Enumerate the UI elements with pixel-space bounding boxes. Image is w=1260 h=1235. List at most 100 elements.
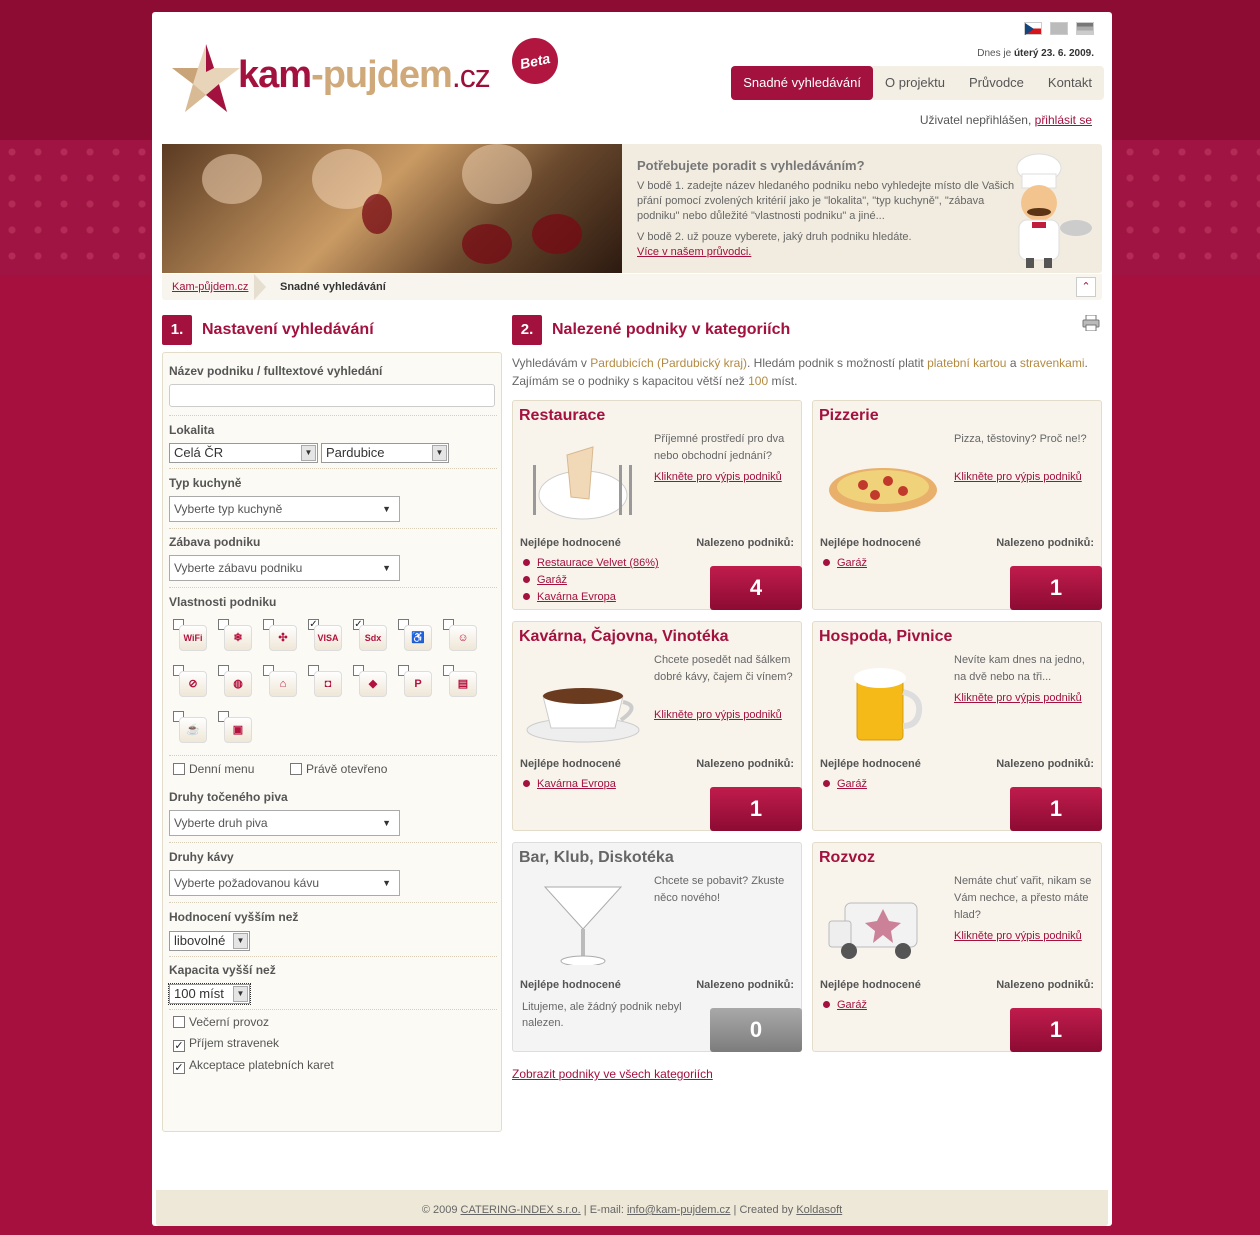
category-list-link[interactable]: Klikněte pro výpis podniků	[954, 471, 1082, 483]
best-rated-item[interactable]: Restaurace Velvet (86%)	[523, 555, 659, 572]
found-count-badge[interactable]: 1	[1010, 787, 1102, 831]
property-visa-card-toggle[interactable]: ✓ VISA	[308, 619, 342, 651]
rating-select[interactable]: libovolné ▼	[169, 931, 250, 951]
city-select[interactable]: Pardubice ▼	[321, 443, 449, 463]
best-rated-item[interactable]: Kavárna Evropa	[523, 589, 659, 606]
name-search-input[interactable]	[169, 384, 495, 407]
property-wifi-toggle[interactable]: WiFi	[173, 619, 207, 651]
property-parking-toggle[interactable]: P	[398, 665, 432, 697]
property-takeaway-toggle[interactable]: ◘	[308, 665, 342, 697]
header: kam-pujdem.cz Beta Dnes je úterý 23. 6. …	[152, 12, 1112, 142]
property-meeting-room-toggle[interactable]: ▤	[443, 665, 477, 697]
found-count-badge[interactable]: 4	[710, 566, 802, 610]
found-count-badge[interactable]: 1	[1010, 566, 1102, 610]
capacity-label: Kapacita vyšší než	[169, 963, 276, 977]
category-description: Chcete se pobavit? Zkuste něco nového!	[654, 875, 785, 904]
category-card: Rozvoz Nemáte chuť vařit, nikam se Vám ne…	[812, 842, 1102, 1052]
category-list-link[interactable]: Klikněte pro výpis podniků	[654, 471, 782, 483]
cz-flag-icon[interactable]	[1024, 22, 1042, 35]
fun-label: Zábava podniku	[169, 535, 261, 549]
all-categories-link[interactable]: Zobrazit podniky ve všech kategoriích	[512, 1067, 713, 1081]
evening-checkbox[interactable]: Večerní provoz	[173, 1015, 269, 1029]
breadcrumb-home[interactable]: Kam-půjdem.cz	[172, 281, 248, 293]
found-count-label: Nalezeno podniků:	[696, 979, 794, 991]
property-fan-toggle[interactable]: ✣	[263, 619, 297, 651]
property-no-smoking-toggle[interactable]: ⊘	[173, 665, 207, 697]
property-coffee-toggle[interactable]: ☕	[173, 711, 207, 743]
nav-item-guide[interactable]: Průvodce	[957, 66, 1036, 100]
pizza-icon	[829, 468, 937, 512]
nav-item-about[interactable]: O projektu	[873, 66, 957, 100]
nav-item-contact[interactable]: Kontakt	[1036, 66, 1104, 100]
best-rated-item[interactable]: Garáž	[823, 555, 867, 572]
name-search-label: Název podniku / fulltextové vyhledání	[169, 364, 383, 378]
property-wheelchair-toggle[interactable]: ♿	[398, 619, 432, 651]
best-rated-label: Nejlépe hodnocené	[820, 537, 921, 549]
best-rated-item[interactable]: Garáž	[523, 572, 659, 589]
chef-icon	[1016, 153, 1092, 268]
search-summary: Vyhledávám v Pardubicích (Pardubický kra…	[512, 356, 1088, 388]
creator-link[interactable]: Koldasoft	[796, 1204, 842, 1216]
best-rated-list: Garáž	[823, 555, 867, 572]
best-rated-item[interactable]: Garáž	[823, 776, 867, 793]
fun-dropdown[interactable]: Vyberte zábavu podniku ▼	[169, 555, 400, 581]
found-count-badge[interactable]: 1	[710, 787, 802, 831]
email-link[interactable]: info@kam-pujdem.cz	[627, 1204, 730, 1216]
category-list-link[interactable]: Klikněte pro výpis podniků	[654, 709, 782, 721]
category-title[interactable]: Hospoda, Pivnice	[819, 628, 952, 646]
found-count-badge[interactable]: 1	[1010, 1008, 1102, 1052]
section-title: Nalezené podniky v kategoriích	[552, 321, 791, 338]
en-flag-icon[interactable]	[1050, 22, 1068, 35]
delivery-icon: ◆	[359, 671, 387, 697]
printer-icon[interactable]	[1082, 315, 1100, 331]
category-title[interactable]: Restaurace	[519, 407, 605, 425]
property-smoking-area-toggle[interactable]: ◍	[218, 665, 252, 697]
guide-link[interactable]: Více v našem průvodci.	[637, 246, 751, 258]
page-container: kam-pujdem.cz Beta Dnes je úterý 23. 6. …	[152, 12, 1112, 1226]
banner-paragraph-1: V bodě 1. zadejte název hledaného podnik…	[637, 180, 1015, 222]
coffee-dropdown[interactable]: Vyberte požadovanou kávu ▼	[169, 870, 400, 896]
best-rated-label: Nejlépe hodnocené	[520, 758, 621, 770]
region-select[interactable]: Celá ČR ▼	[169, 443, 318, 463]
breadcrumb-current: Snadné vyhledávání	[280, 281, 386, 293]
category-description: Chcete posedět nad šálkem dobré kávy, ča…	[654, 654, 793, 683]
property-baby-toggle[interactable]: ☺	[443, 619, 477, 651]
category-list-link[interactable]: Klikněte pro výpis podniků	[954, 692, 1082, 704]
location-label: Lokalita	[169, 423, 215, 437]
meeting-room-icon: ▤	[449, 671, 477, 697]
nav-item-easy-search[interactable]: Snadné vyhledávání	[731, 66, 873, 100]
de-flag-icon[interactable]	[1076, 22, 1094, 35]
property-air-conditioning-toggle[interactable]: ❄	[218, 619, 252, 651]
category-title[interactable]: Pizzerie	[819, 407, 879, 425]
found-count-badge[interactable]: 0	[710, 1008, 802, 1052]
help-banner: Potřebujete poradit s vyhledáváním? V bo…	[162, 144, 1102, 273]
divider	[169, 842, 497, 843]
property-delivery-toggle[interactable]: ◆	[353, 665, 387, 697]
login-link[interactable]: přihlásit se	[1035, 113, 1092, 127]
company-link[interactable]: CATERING-INDEX s.r.o.	[461, 1204, 581, 1216]
property-terrace-toggle[interactable]: ⌂	[263, 665, 297, 697]
beer-dropdown[interactable]: Vyberte druh piva ▼	[169, 810, 400, 836]
category-title[interactable]: Rozvoz	[819, 849, 875, 867]
category-list-link[interactable]: Klikněte pro výpis podniků	[954, 930, 1082, 942]
daily-menu-checkbox[interactable]: Denní menu	[173, 762, 254, 776]
category-title[interactable]: Kavárna, Čajovna, Vinotéka	[519, 628, 729, 646]
divider	[169, 1009, 497, 1010]
open-now-checkbox[interactable]: Právě otevřeno	[290, 762, 387, 776]
cards-checkbox[interactable]: ✓ Akceptace platebních karet	[173, 1058, 334, 1074]
step-number: 2.	[512, 315, 542, 345]
beer-label: Druhy točeného piva	[169, 790, 288, 804]
banner-paragraph-2: V bodě 2. už pouze vyberete, jaký druh p…	[637, 231, 912, 258]
divider	[169, 902, 497, 903]
site-logo[interactable]: kam-pujdem.cz	[170, 42, 530, 117]
vouchers-checkbox[interactable]: ✓ Příjem stravenek	[173, 1036, 279, 1052]
category-card: Bar, Klub, Diskotéka Chcete se pobavit? Z…	[512, 842, 802, 1052]
best-rated-item[interactable]: Garáž	[823, 997, 867, 1014]
category-title[interactable]: Bar, Klub, Diskotéka	[519, 849, 674, 867]
cuisine-dropdown[interactable]: Vyberte typ kuchyně ▼	[169, 496, 400, 522]
property-cinema-toggle[interactable]: ▣	[218, 711, 252, 743]
best-rated-item[interactable]: Kavárna Evropa	[523, 776, 616, 793]
collapse-up-icon[interactable]: ⌃	[1076, 277, 1096, 297]
property-sodexo-voucher-toggle[interactable]: ✓ Sdx	[353, 619, 387, 651]
capacity-select[interactable]: 100 míst ▼	[168, 983, 251, 1005]
